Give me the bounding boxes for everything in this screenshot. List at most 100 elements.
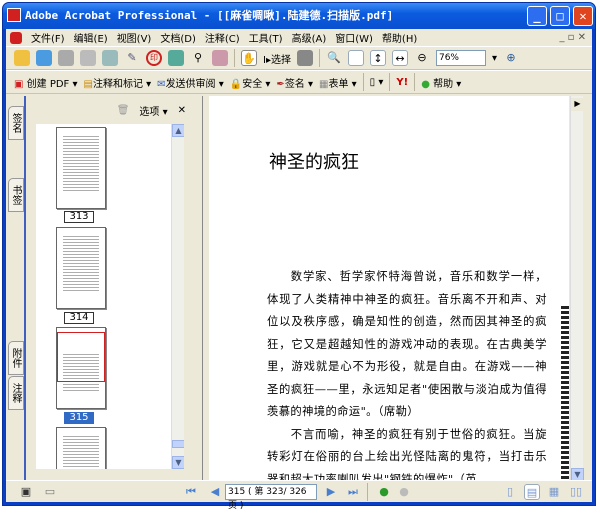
print-icon[interactable] [80,50,96,66]
menu-edit[interactable]: 编辑(E) [74,30,108,45]
thumbnail-page[interactable] [56,227,106,309]
status-bar: ▣ ▭ ⏮ ◀ 315 ( 第 323/ 326 页 ) ▶ ⏭ ● ● ▯ ▤… [6,480,592,511]
page-label[interactable]: 313 [64,211,94,223]
zoom-dropdown-icon[interactable]: ▾ [492,53,497,64]
page-label[interactable]: 314 [64,312,94,324]
tab-attachments[interactable]: 附件 [8,341,24,375]
yahoo-icon[interactable]: Y! [396,77,408,88]
page-number-field[interactable]: 315 ( 第 323/ 326 页 ) [225,483,317,511]
document-scrollbar[interactable]: ▶ ▼ [570,96,584,481]
menu-tools[interactable]: 工具(T) [249,30,283,45]
stamp-icon[interactable]: 印 [146,50,162,66]
page-view-icon[interactable]: ▣ [18,484,34,500]
doc-window-controls[interactable]: _ ▫ ✕ [559,32,586,43]
organizer-icon[interactable] [36,50,52,66]
client-area: 文件(F) 编辑(E) 视图(V) 文档(D) 注释(C) 工具(T) 高级(A… [6,29,592,511]
acrobat-logo-icon [7,8,21,22]
single-page-icon[interactable]: ▯ [502,484,518,500]
search-binoculars-icon[interactable]: ⚲ [190,50,206,66]
forms-button[interactable]: ▦表单 ▾ [319,75,357,90]
continuous-icon[interactable]: ▤ [524,483,540,500]
help-label: 帮助 [433,78,454,90]
fit-width-icon[interactable]: ↔ [391,50,408,66]
menu-help[interactable]: 帮助(H) [382,30,417,45]
thumbnail-page-current[interactable] [56,327,106,409]
continuous-facing-icon[interactable]: ▦ [546,484,562,500]
tab-signatures[interactable]: 签名 [8,106,24,140]
paragraph: 数学家、哲学家怀特海曾说，音乐和数学一样，体现了人类精神中神圣的疯狂。音乐离不开… [267,270,547,418]
trash-icon[interactable]: 🗑 [117,105,130,116]
paragraph: 不言而喻，神圣的疯狂有别于世俗的疯狂。当旋转彩灯在俗丽的台上绘出光怪陆离的鬼符，… [267,427,547,482]
attach-icon[interactable]: ✎ [124,50,140,66]
page-tools-button[interactable]: ▯ ▾ [370,77,384,88]
view-region-box[interactable] [57,332,105,382]
save-icon[interactable] [58,50,74,66]
sign-button[interactable]: ✒签名 ▾ [276,75,313,90]
hand-tool-icon[interactable]: ✋ [241,50,257,66]
next-page-icon[interactable]: ▶ [323,484,339,500]
go-forward-icon[interactable]: ● [396,484,412,500]
menu-bar: 文件(F) 编辑(E) 视图(V) 文档(D) 注释(C) 工具(T) 高级(A… [6,29,592,46]
close-button[interactable]: ✕ [573,6,593,26]
divider [234,49,235,67]
pdf-doc-icon [10,31,22,44]
thumbnail-scrollbar[interactable]: ▲ ▼ [171,124,184,469]
side-tab-strip: 签名 书签 附件 注释 [6,96,24,481]
maximize-button[interactable]: □ [550,6,570,26]
fit-page-icon[interactable]: ↕ [369,50,386,66]
divider [367,482,368,501]
document-view: 神圣的疯狂 数学家、哲学家怀特海曾说，音乐和数学一样，体现了人类精神中神圣的疯狂… [202,96,584,481]
comment-markup-button[interactable]: ▤注释和标记 ▾ [84,75,152,90]
open-icon[interactable] [14,50,30,66]
send-review-button[interactable]: ✉发送供审阅 ▾ [157,75,224,90]
divider [414,73,416,91]
create-pdf-label: 创建 PDF [26,78,70,90]
go-back-icon[interactable]: ● [376,484,392,500]
zoom-field[interactable]: 76% [435,50,486,66]
picture-tasks-icon[interactable] [212,50,228,66]
expand-arrow-icon[interactable]: ▶ [571,98,584,111]
comment-icon: ▤ [83,78,93,90]
tab-bookmarks[interactable]: 书签 [8,178,24,212]
previous-page-icon[interactable]: ◀ [207,484,223,500]
select-tool[interactable]: I▸选择 [263,51,291,66]
create-pdf-button[interactable]: ▣ 创建 PDF ▾ [14,75,78,90]
scroll-down-icon[interactable]: ▼ [172,456,184,469]
options-menu[interactable]: 选项 ▾ [139,103,167,118]
facing-icon[interactable]: ▯▯ [568,484,584,500]
tab-comments[interactable]: 注释 [8,376,24,410]
security-button[interactable]: 🔒安全 ▾ [230,75,271,90]
sign-label: 签名 [284,78,305,90]
menu-view[interactable]: 视图(V) [117,30,152,45]
scroll-up-icon[interactable]: ▲ [172,124,184,137]
panel-header: 🗑 选项 ▾ ✕ [26,96,196,124]
clipboard-icon[interactable] [102,50,118,66]
menu-window[interactable]: 窗口(W) [335,30,373,45]
thumbnail-page[interactable] [56,127,106,209]
menu-advanced[interactable]: 高级(A) [292,30,327,45]
page-body: 数学家、哲学家怀特海曾说，音乐和数学一样，体现了人类精神中神圣的疯狂。音乐离不开… [267,266,547,481]
page-size-icon[interactable]: ▭ [42,484,58,500]
scroll-thumb[interactable] [172,440,184,448]
help-button[interactable]: ● 帮助 ▾ [421,75,461,90]
pdf-page: 神圣的疯狂 数学家、哲学家怀特海曾说，音乐和数学一样，体现了人类精神中神圣的疯狂… [209,96,569,481]
close-panel-icon[interactable]: ✕ [178,105,186,116]
snapshot-icon[interactable] [296,50,313,66]
actual-size-icon[interactable] [347,50,364,66]
zoom-out-icon[interactable]: ⊖ [414,50,430,66]
last-page-icon[interactable]: ⏭ [345,484,361,500]
thumbnail-page[interactable] [56,427,106,469]
minimize-button[interactable]: _ [527,6,547,26]
first-page-icon[interactable]: ⏮ [183,484,199,500]
thumbnail-list: 313 314 315 ▲ ▼ [36,124,184,469]
zoom-in-tool-icon[interactable]: 🔍 [326,50,342,66]
email-icon[interactable] [168,50,184,66]
options-label: 选项 [139,106,160,118]
zoom-in-icon[interactable]: ⊕ [503,50,519,66]
menu-document[interactable]: 文档(D) [160,30,196,45]
page-label-selected[interactable]: 315 [64,412,94,424]
help-icon: ● [421,78,430,90]
menu-comments[interactable]: 注释(C) [205,30,240,45]
review-icon: ✉ [157,78,166,90]
menu-file[interactable]: 文件(F) [31,30,65,45]
